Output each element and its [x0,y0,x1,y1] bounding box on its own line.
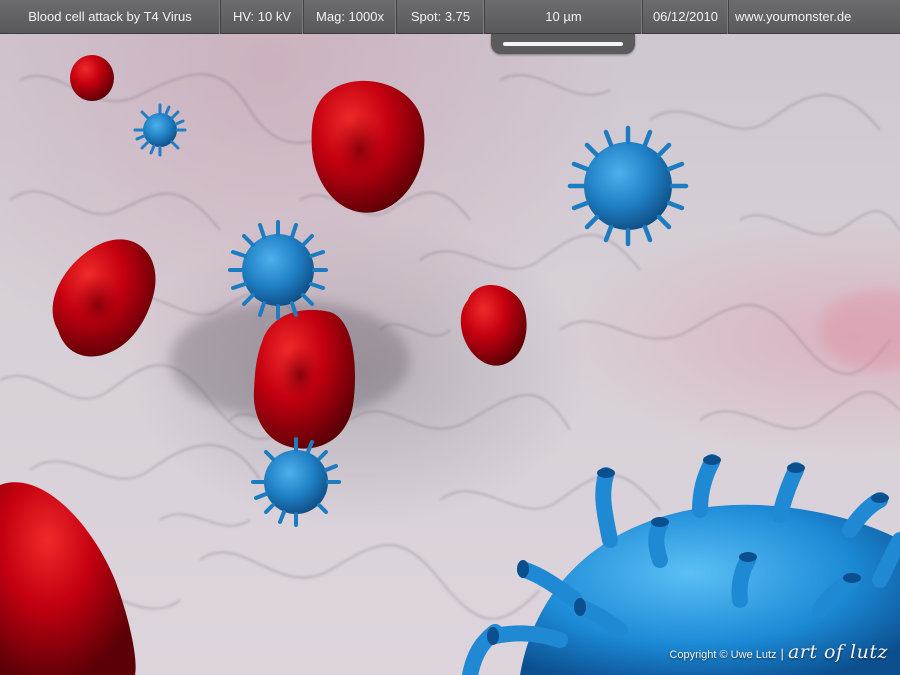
blood-cell-tiny [70,55,114,101]
blood-cell-center [253,309,356,449]
blood-cell-large [0,482,136,675]
blood-cell-mid-right [460,285,527,366]
image-title: Blood cell attack by T4 Virus [0,0,221,34]
pink-haze [820,290,900,370]
artist-logo: art of lutz [787,641,888,663]
magnification-readout: Mag: 1000x [304,0,397,34]
virus-medium-1 [228,220,328,320]
info-bar: Blood cell attack by T4 Virus HV: 10 kV … [0,0,900,34]
capture-date: 06/12/2010 [643,0,729,34]
copyright-notice: Copyright © Uwe Lutz | art of lutz [669,641,888,663]
virus-medium-3 [251,437,341,527]
scene-illustration [0,55,900,675]
website-label: www.youmonster.de [735,9,852,24]
copyright-separator: | [780,646,784,661]
blood-cell-upper [311,80,425,213]
virus-medium-2 [567,125,689,247]
virus-small-1 [133,103,187,157]
high-voltage-readout: HV: 10 kV [221,0,304,34]
scale-bar-tab [491,34,635,54]
sem-image-viewer: Blood cell attack by T4 Virus HV: 10 kV … [0,0,900,675]
copyright-text: Copyright © Uwe Lutz [669,649,777,661]
spot-size-readout: Spot: 3.75 [397,0,485,34]
scale-label: 10 µm [485,0,643,34]
scale-bar [503,42,623,46]
blood-cell-left [52,239,156,357]
